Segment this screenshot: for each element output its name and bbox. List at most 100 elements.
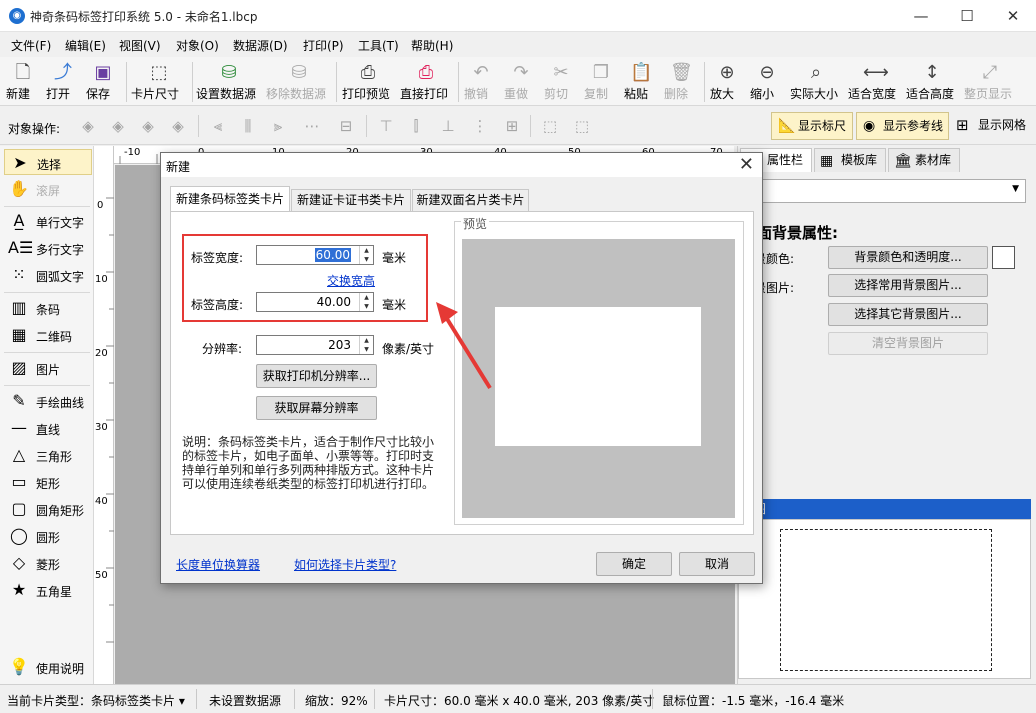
distribute-space-icon[interactable]: ⊟ <box>336 117 356 135</box>
label-width-input[interactable]: 60.00 ▲ ▼ <box>256 245 374 265</box>
tool-image[interactable]: ▨ 图片 <box>4 355 92 381</box>
align-left-icon[interactable]: ⫷ <box>208 117 228 135</box>
new-button[interactable]: 🗋 新建 <box>6 60 40 104</box>
tool-round-rect[interactable]: ▢ 圆角矩形 <box>4 496 92 522</box>
tab-templates[interactable]: ▦ 模板库 <box>814 148 886 172</box>
tool-multi-text[interactable]: A☰ 多行文字 <box>4 235 92 261</box>
print-preview-button[interactable]: ⎙ 打印预览 <box>342 60 394 104</box>
thumbnail-card[interactable] <box>780 529 992 671</box>
tab-certificate-card[interactable]: 新建证卡证书类卡片 <box>291 189 411 211</box>
height-spinner[interactable]: ▲ ▼ <box>359 293 373 311</box>
tab-materials[interactable]: 🏛 素材库 <box>888 148 960 172</box>
tool-line[interactable]: — 直线 <box>4 415 92 441</box>
zoom-in-button[interactable]: ⊕ 放大 <box>710 60 744 104</box>
color-swatch[interactable] <box>992 246 1015 269</box>
show-guides-toggle[interactable]: ◉ 显示参考线 <box>856 112 949 140</box>
status-card-type[interactable]: 当前卡片类型：条码标签类卡片 ▾ <box>7 692 185 709</box>
ok-button[interactable]: 确定 <box>596 552 672 576</box>
status-card-size: 卡片尺寸：60.0 毫米 x 40.0 毫米, 203 像素/英寸 <box>384 694 655 708</box>
menu-tools[interactable]: 工具(T) <box>358 37 399 54</box>
object-selector-dropdown[interactable]: ▼ <box>740 179 1026 203</box>
tab-duplex-namecard[interactable]: 新建双面名片类卡片 <box>412 189 529 211</box>
menu-file[interactable]: 文件(F) <box>11 37 51 54</box>
bring-forward-icon[interactable]: ◈ <box>108 117 128 135</box>
card-size-button[interactable]: ⬚ 卡片尺寸 <box>131 60 187 104</box>
align-center-icon[interactable]: ⫼ <box>238 117 258 135</box>
menu-datasource[interactable]: 数据源(D) <box>233 37 288 54</box>
main-toolbar: 🗋 新建 ⤴ 打开 ▣ 保存 ⬚ 卡片尺寸 ⛁ 设置数据源 ⛁ 移除数据源 ⎙ 打印预览 ⎙ 直… <box>0 57 1036 106</box>
actual-size-button[interactable]: ⌕ 实际大小 <box>790 60 842 104</box>
direct-print-button[interactable]: ⎙ 直接打印 <box>400 60 452 104</box>
open-button[interactable]: ⤴ 打开 <box>46 60 80 104</box>
tool-barcode[interactable]: ▥ 条码 <box>4 295 92 321</box>
tool-select[interactable]: ➤ 选择 <box>4 149 92 175</box>
fit-width-button[interactable]: ⟷ 适合宽度 <box>848 60 900 104</box>
save-button[interactable]: ▣ 保存 <box>86 60 120 104</box>
close-button[interactable]: ✕ <box>990 0 1036 32</box>
common-bg-image-button[interactable]: 选择常用背景图片... <box>828 274 988 297</box>
ungroup-icon[interactable]: ⬚ <box>572 117 592 135</box>
star-icon: ★ <box>11 580 27 599</box>
distribute-v-icon[interactable]: ⋮ <box>470 117 490 135</box>
ruler-tick-label: 0 <box>97 200 104 211</box>
align-middle-icon[interactable]: ⫿ <box>406 117 426 135</box>
redo-button[interactable]: ↷ 重做 <box>504 60 538 104</box>
dpi-input[interactable]: 203 ▲ ▼ <box>256 335 374 355</box>
tool-rect[interactable]: ▭ 矩形 <box>4 469 92 495</box>
cut-button[interactable]: ✂ 剪切 <box>544 60 578 104</box>
bg-color-button[interactable]: 背景颜色和透明度... <box>828 246 988 269</box>
get-screen-dpi-button[interactable]: 获取屏幕分辨率 <box>256 396 377 420</box>
align-right-icon[interactable]: ⫸ <box>268 117 288 135</box>
tool-single-text[interactable]: A̲ 单行文字 <box>4 208 92 234</box>
tool-freehand[interactable]: ✎ 手绘曲线 <box>4 388 92 414</box>
scissors-icon: ✂ <box>553 62 569 83</box>
delete-button[interactable]: 🗑 删除 <box>664 60 698 104</box>
clear-bg-image-button[interactable]: 清空背景图片 <box>828 332 988 355</box>
align-top-icon[interactable]: ⊤ <box>376 117 396 135</box>
tool-triangle[interactable]: △ 三角形 <box>4 442 92 468</box>
card-type-help-link[interactable]: 如何选择卡片类型? <box>294 556 396 573</box>
fit-height-button[interactable]: ↕ 适合高度 <box>906 60 958 104</box>
tool-arc-text[interactable]: ⁙ 圆弧文字 <box>4 262 92 288</box>
zoom-out-button[interactable]: ⊖ 缩小 <box>750 60 784 104</box>
align-bottom-icon[interactable]: ⊥ <box>438 117 458 135</box>
tool-diamond[interactable]: ◇ 菱形 <box>4 550 92 576</box>
minimize-button[interactable]: — <box>898 0 944 32</box>
dpi-spinner[interactable]: ▲ ▼ <box>359 336 373 354</box>
menu-object[interactable]: 对象(O) <box>176 37 219 54</box>
paste-button[interactable]: 📋 粘贴 <box>624 60 658 104</box>
menu-print[interactable]: 打印(P) <box>303 37 344 54</box>
dialog-close-icon[interactable]: ✕ <box>739 154 754 175</box>
cancel-button[interactable]: 取消 <box>679 552 755 576</box>
remove-datasource-button[interactable]: ⛁ 移除数据源 <box>266 60 332 104</box>
tool-scroll[interactable]: ✋ 滚屏 <box>4 176 92 202</box>
tool-star[interactable]: ★ 五角星 <box>4 577 92 603</box>
swap-width-height-link[interactable]: 交换宽高 <box>327 272 375 289</box>
get-printer-dpi-button[interactable]: 获取打印机分辨率... <box>256 364 377 388</box>
show-grid-toggle[interactable]: ⊞ 显示网格 <box>952 112 1034 140</box>
tool-qrcode[interactable]: ▦ 二维码 <box>4 322 92 348</box>
distribute-h-icon[interactable]: ⋯ <box>302 117 322 135</box>
menu-edit[interactable]: 编辑(E) <box>65 37 106 54</box>
same-size-icon[interactable]: ⊞ <box>502 117 522 135</box>
show-ruler-toggle[interactable]: 📐 显示标尺 <box>771 112 853 140</box>
width-spinner[interactable]: ▲ ▼ <box>359 246 373 264</box>
set-datasource-button[interactable]: ⛁ 设置数据源 <box>196 60 262 104</box>
bring-front-icon[interactable]: ◈ <box>78 117 98 135</box>
send-backward-icon[interactable]: ◈ <box>138 117 158 135</box>
tool-help[interactable]: 💡 使用说明 <box>4 654 92 680</box>
menu-help[interactable]: 帮助(H) <box>411 37 453 54</box>
group-icon[interactable]: ⬚ <box>540 117 560 135</box>
maximize-button[interactable]: ☐ <box>944 0 990 32</box>
full-page-button[interactable]: ⤢ 整页显示 <box>964 60 1016 104</box>
tool-circle[interactable]: ◯ 圆形 <box>4 523 92 549</box>
send-back-icon[interactable]: ◈ <box>168 117 188 135</box>
unit-converter-link[interactable]: 长度单位换算器 <box>176 556 260 573</box>
tab-barcode-label-card[interactable]: 新建条码标签类卡片 <box>170 186 290 212</box>
undo-button[interactable]: ↶ 撤销 <box>464 60 498 104</box>
other-bg-image-button[interactable]: 选择其它背景图片... <box>828 303 988 326</box>
copy-button[interactable]: ❐ 复制 <box>584 60 618 104</box>
label-height-input[interactable]: 40.00 ▲ ▼ <box>256 292 374 312</box>
menu-view[interactable]: 视图(V) <box>119 37 161 54</box>
menu-bar: 文件(F) 编辑(E) 视图(V) 对象(O) 数据源(D) 打印(P) 工具(… <box>0 33 1036 57</box>
